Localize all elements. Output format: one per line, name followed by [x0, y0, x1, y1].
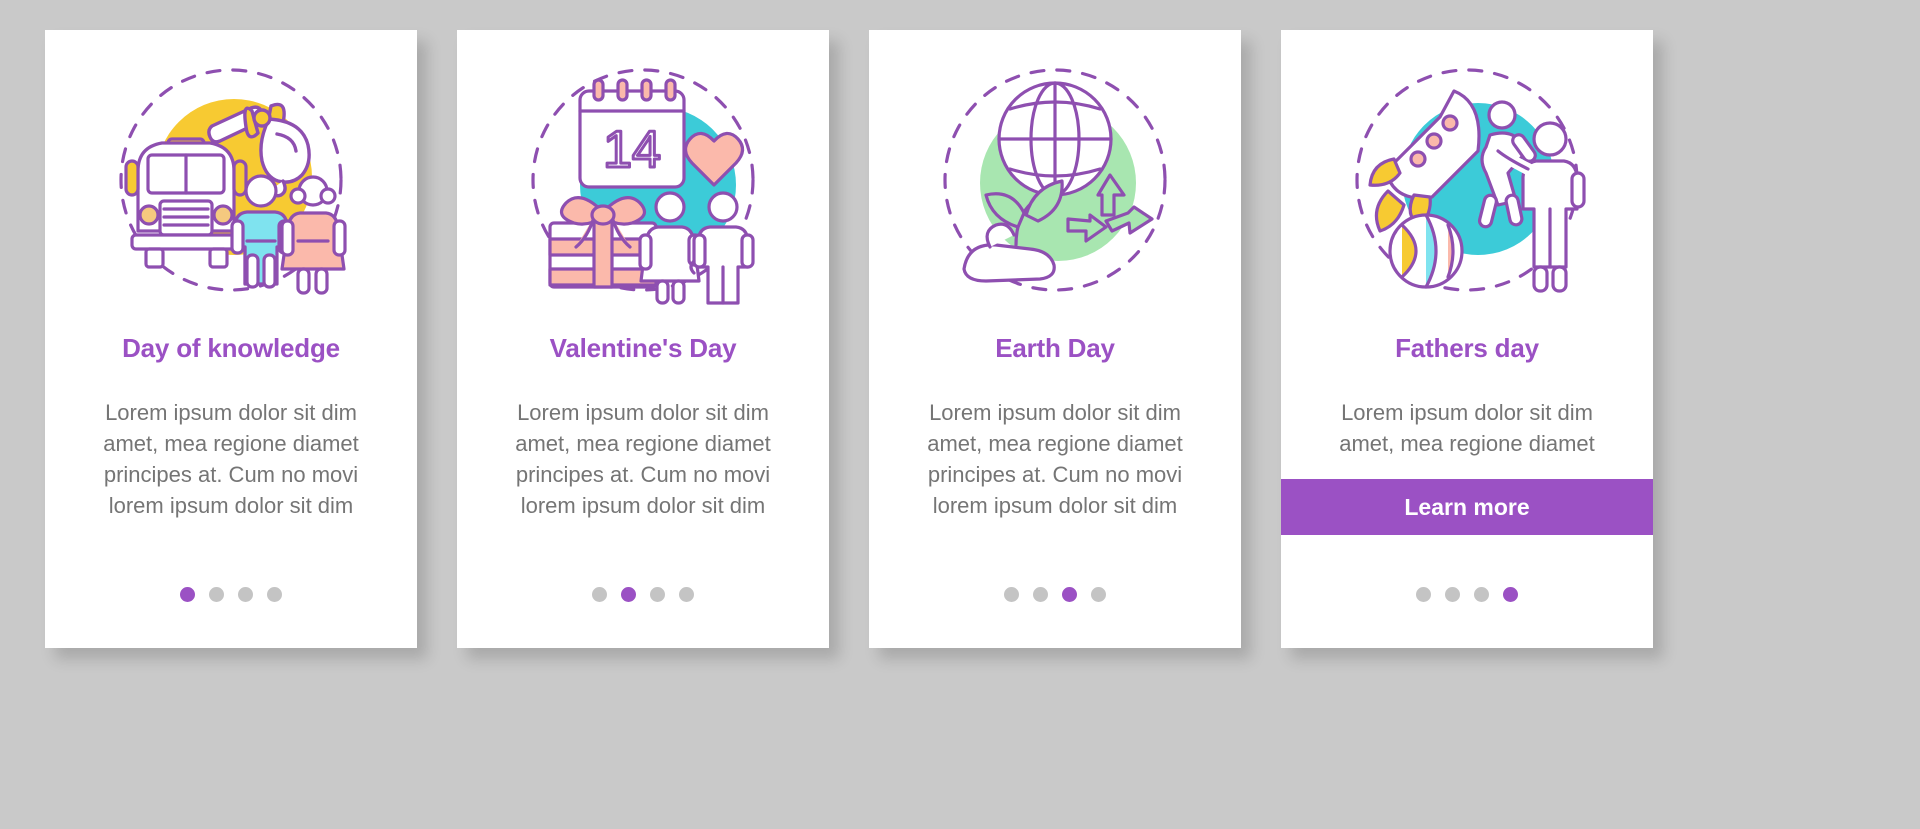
calendar-date-label: 14 — [603, 121, 661, 179]
learn-more-button[interactable]: Learn more — [1281, 479, 1653, 535]
body-line: Lorem ipsum dolor sit dim — [929, 399, 1181, 425]
pagination-dots — [457, 587, 829, 602]
pagination-dot-3[interactable] — [1062, 587, 1077, 602]
pagination-dot-4[interactable] — [1503, 587, 1518, 602]
onboarding-card-day-of-knowledge[interactable]: Day of knowledge Lorem ipsum dolor sit d… — [45, 30, 417, 648]
pagination-dot-1[interactable] — [592, 587, 607, 602]
pagination-dot-1[interactable] — [180, 587, 195, 602]
onboarding-card-list: Day of knowledge Lorem ipsum dolor sit d… — [45, 30, 1653, 648]
pagination-dot-4[interactable] — [679, 587, 694, 602]
body-line: amet, mea regione diamet — [515, 430, 771, 456]
body-line: amet, mea regione diamet — [927, 430, 1183, 456]
pagination-dot-2[interactable] — [621, 587, 636, 602]
card-title: Valentine's Day — [549, 333, 737, 363]
body-line: amet, mea regione diamet — [103, 430, 359, 456]
pagination-dots — [869, 587, 1241, 602]
rocket-ball-father-child-icon — [1342, 55, 1592, 305]
onboarding-card-earth-day[interactable]: Earth Day Lorem ipsum dolor sit dim amet… — [869, 30, 1241, 648]
pagination-dot-3[interactable] — [1474, 587, 1489, 602]
illustration-container — [45, 30, 417, 330]
body-line: Lorem ipsum dolor sit dim — [517, 399, 769, 425]
illustration-container — [1281, 30, 1653, 330]
pagination-dot-1[interactable] — [1416, 587, 1431, 602]
card-body: Lorem ipsum dolor sit dim amet, mea regi… — [493, 397, 793, 522]
pagination-dot-3[interactable] — [238, 587, 253, 602]
body-line: lorem ipsum dolor sit dim — [108, 493, 354, 519]
body-line: Lorem ipsum dolor sit dim — [105, 399, 357, 425]
card-body: Lorem ipsum dolor sit dim amet, mea regi… — [81, 397, 381, 522]
illustration-container — [869, 30, 1241, 330]
body-line: principes at. Cum no movi — [515, 462, 771, 488]
illustration-container: 14 — [457, 30, 829, 330]
pagination-dot-2[interactable] — [1033, 587, 1048, 602]
globe-plant-hand-recycle-icon — [930, 55, 1180, 305]
pagination-dot-1[interactable] — [1004, 587, 1019, 602]
body-line: Lorem ipsum dolor sit dim — [1341, 399, 1593, 425]
pagination-dot-4[interactable] — [1091, 587, 1106, 602]
pagination-dot-3[interactable] — [650, 587, 665, 602]
school-bus-bell-children-icon — [106, 55, 356, 305]
body-line: principes at. Cum no movi — [927, 462, 1183, 488]
card-body: Lorem ipsum dolor sit dim amet, mea regi… — [905, 397, 1205, 522]
onboarding-card-valentines-day[interactable]: 14 Valentine's Day Lorem ipsum dolor sit… — [457, 30, 829, 648]
body-line: principes at. Cum no movi — [103, 462, 359, 488]
body-line: amet, mea regione diamet — [1339, 430, 1595, 456]
pagination-dot-2[interactable] — [1445, 587, 1460, 602]
card-title: Fathers day — [1395, 333, 1539, 363]
pagination-dot-2[interactable] — [209, 587, 224, 602]
body-line: lorem ipsum dolor sit dim — [932, 493, 1178, 519]
body-line: lorem ipsum dolor sit dim — [520, 493, 766, 519]
screen: Day of knowledge Lorem ipsum dolor sit d… — [0, 0, 1920, 829]
pagination-dot-4[interactable] — [267, 587, 282, 602]
card-body: Lorem ipsum dolor sit dim amet, mea regi… — [1317, 397, 1617, 459]
card-title: Day of knowledge — [122, 333, 340, 363]
pagination-dots — [45, 587, 417, 602]
card-title: Earth Day — [995, 333, 1115, 363]
onboarding-card-fathers-day[interactable]: Fathers day Lorem ipsum dolor sit dim am… — [1281, 30, 1653, 648]
calendar-gift-heart-couple-icon: 14 — [518, 55, 768, 305]
pagination-dots — [1281, 587, 1653, 602]
